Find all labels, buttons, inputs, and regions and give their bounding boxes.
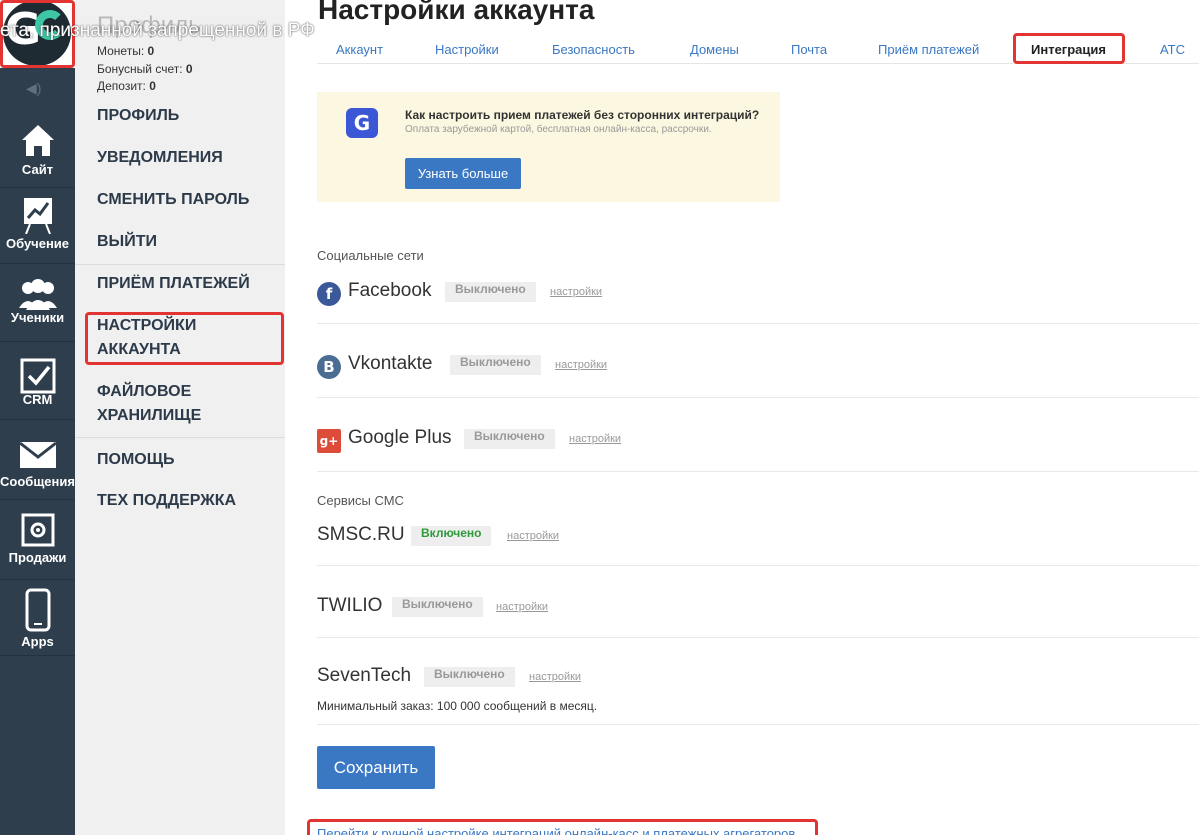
rail-item-crm[interactable]: CRM xyxy=(0,342,75,420)
settings-link[interactable]: настройки xyxy=(569,433,621,445)
menu-item-help[interactable]: ПОМОЩЬ xyxy=(97,448,282,472)
status-badge: Включено xyxy=(411,526,492,546)
tab-mail[interactable]: Почта xyxy=(791,42,827,57)
integration-row-seventech: SevenTech Выключено настройки xyxy=(317,657,1199,697)
learn-more-button[interactable]: Узнать больше xyxy=(405,158,521,189)
menu-item-logout[interactable]: ВЫЙТИ xyxy=(97,230,282,254)
icon-rail: G ◀) Сайт Обучение Ученики CRM Сообщения… xyxy=(0,0,75,835)
tab-account[interactable]: Аккаунт xyxy=(336,42,383,57)
status-badge: Выключено xyxy=(450,355,541,375)
row-divider xyxy=(317,471,1199,472)
menu-item-change-password[interactable]: СМЕНИТЬ ПАРОЛЬ xyxy=(97,188,282,212)
tab-domains[interactable]: Домены xyxy=(690,42,739,57)
rail-item-apps[interactable]: Apps xyxy=(0,580,75,656)
integration-name: Google Plus xyxy=(348,427,452,448)
rail-item-learning[interactable]: Обучение xyxy=(0,188,75,264)
menu-separator xyxy=(75,437,285,438)
facebook-icon: f xyxy=(317,282,341,306)
row-divider xyxy=(317,565,1199,566)
envelope-icon xyxy=(18,441,57,468)
overlay-disclaimer-text: ета, признанной запрещенной в РФ xyxy=(0,20,315,41)
settings-link[interactable]: настройки xyxy=(496,601,548,613)
social-networks-label: Социальные сети xyxy=(317,248,424,263)
settings-link[interactable]: настройки xyxy=(529,671,581,683)
chart-board-icon xyxy=(23,198,52,234)
row-divider xyxy=(317,323,1199,324)
promo-banner: G Как настроить прием платежей без сторо… xyxy=(317,92,780,202)
manual-integration-highlight-box xyxy=(307,819,818,835)
rail-item-sales[interactable]: Продажи xyxy=(0,500,75,580)
tab-settings[interactable]: Настройки xyxy=(435,42,499,57)
integration-name: SevenTech xyxy=(317,665,412,686)
vk-icon: B xyxy=(317,355,341,379)
integration-name: Vkontakte xyxy=(348,353,433,374)
integration-name: Facebook xyxy=(348,280,432,301)
account-settings-highlight-box xyxy=(85,312,284,365)
register-icon xyxy=(21,513,54,547)
profile-menu: Профиль Монеты: 0 Бонусный счет: 0 Депоз… xyxy=(75,0,285,835)
integration-row-facebook: f Facebook Выключено настройки xyxy=(317,272,1199,312)
promo-subtitle: Оплата зарубежной картой, бесплатная онл… xyxy=(405,124,712,135)
page-title: Настройки аккаунта xyxy=(318,0,595,25)
integration-name: TWILIO xyxy=(317,595,383,616)
status-badge: Выключено xyxy=(464,429,555,449)
sms-services-label: Сервисы СМС xyxy=(317,493,404,508)
integration-row-twilio: TWILIO Выключено настройки xyxy=(317,587,1199,627)
integration-tab-highlight-box xyxy=(1013,33,1125,64)
menu-item-payments[interactable]: ПРИЁМ ПЛАТЕЖЕЙ xyxy=(97,272,282,296)
integration-row-vkontakte: B Vkontakte Выключено настройки xyxy=(317,345,1199,385)
promo-title: Как настроить прием платежей без сторонн… xyxy=(405,108,760,122)
checkbox-icon xyxy=(20,358,55,394)
rail-item-site[interactable]: Сайт xyxy=(0,108,75,188)
row-divider xyxy=(317,724,1199,725)
settings-link[interactable]: настройки xyxy=(550,286,602,298)
rail-item-students[interactable]: Ученики xyxy=(0,264,75,342)
bonus-balance: Бонусный счет: 0 xyxy=(97,62,193,76)
integration-row-google-plus: g+ Google Plus Выключено настройки xyxy=(317,419,1199,459)
tab-security[interactable]: Безопасность xyxy=(552,42,635,57)
settings-link[interactable]: настройки xyxy=(555,359,607,371)
menu-item-profile[interactable]: ПРОФИЛЬ xyxy=(97,104,282,128)
google-plus-icon: g+ xyxy=(317,429,341,453)
status-badge: Выключено xyxy=(424,667,515,687)
phone-icon xyxy=(25,588,50,632)
menu-item-tech-support[interactable]: ТЕХ ПОДДЕРЖКА xyxy=(97,489,282,513)
settings-link[interactable]: настройки xyxy=(507,530,559,542)
coins-balance: Монеты: 0 xyxy=(97,44,155,58)
status-badge: Выключено xyxy=(392,597,483,617)
min-order-note: Минимальный заказ: 100 000 сообщений в м… xyxy=(317,699,598,713)
menu-item-file-storage[interactable]: ФАЙЛОВОЕ ХРАНИЛИЩЕ xyxy=(97,380,227,428)
integration-name: SMSC.RU xyxy=(317,524,405,545)
menu-item-notifications[interactable]: УВЕДОМЛЕНИЯ xyxy=(97,146,282,170)
home-icon xyxy=(21,125,54,156)
menu-separator xyxy=(75,264,285,265)
getcourse-pay-icon: G xyxy=(346,108,378,138)
speaker-icon[interactable]: ◀) xyxy=(26,80,41,97)
tab-ats[interactable]: АТС xyxy=(1160,42,1185,57)
row-divider xyxy=(317,637,1199,638)
save-button[interactable]: Сохранить xyxy=(317,746,435,789)
tab-payments[interactable]: Приём платежей xyxy=(878,42,979,57)
main-content: Настройки аккаунта Аккаунт Настройки Без… xyxy=(285,0,1199,835)
row-divider xyxy=(317,397,1199,398)
integration-row-smsc: SMSC.RU Включено настройки xyxy=(317,516,1199,556)
deposit-balance: Депозит: 0 xyxy=(97,79,156,93)
status-badge: Выключено xyxy=(445,282,536,302)
rail-item-messages[interactable]: Сообщения xyxy=(0,420,75,500)
